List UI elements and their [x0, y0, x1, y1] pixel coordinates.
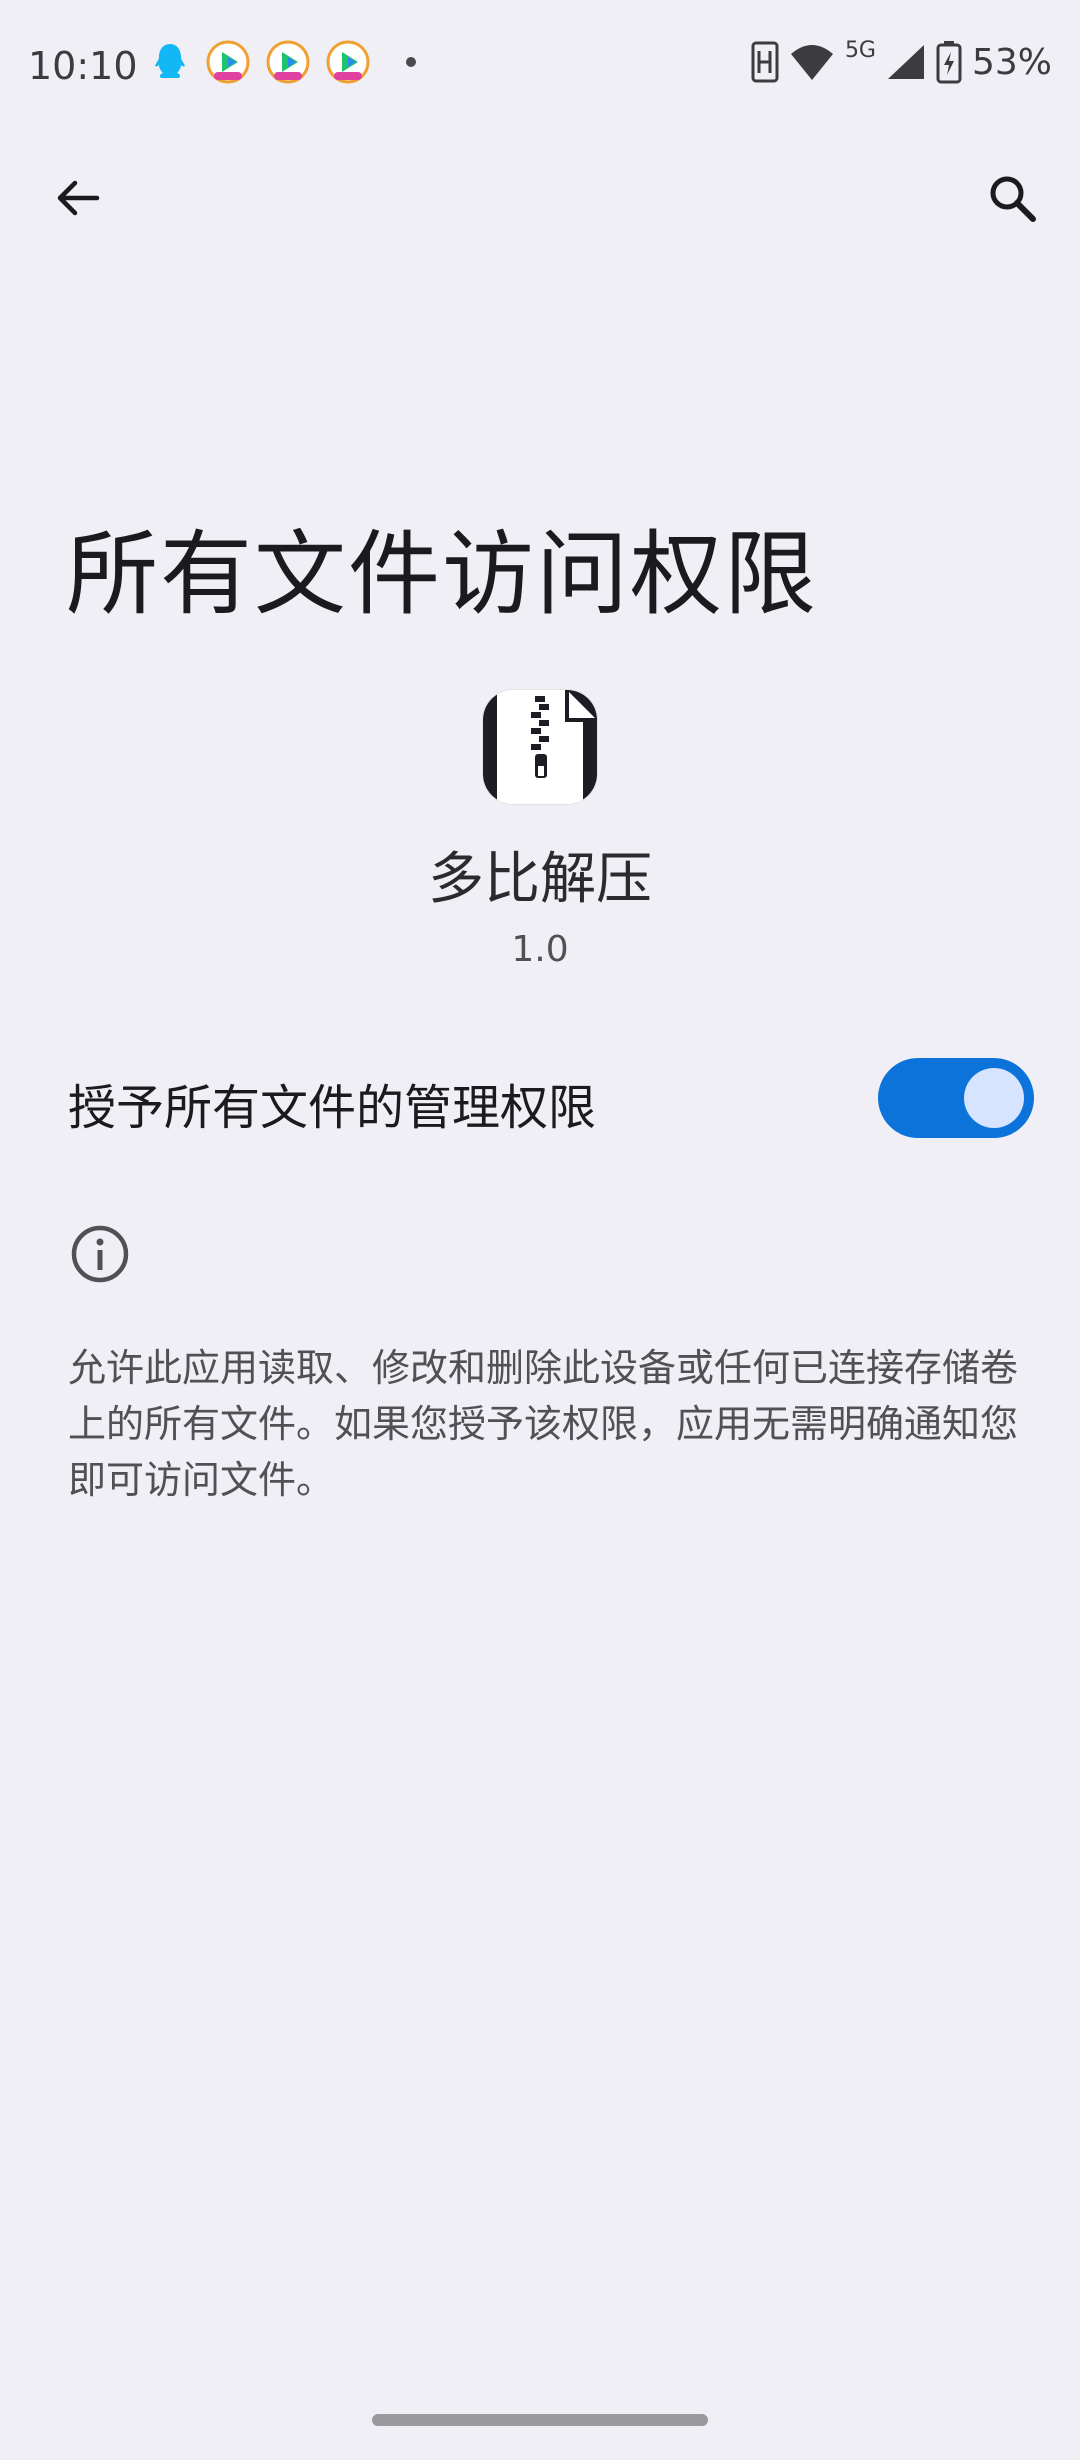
toggle-label: 授予所有文件的管理权限	[68, 1080, 597, 1136]
tencent-video-icon	[266, 40, 310, 84]
qq-icon	[155, 44, 185, 78]
battery-charging-icon	[936, 41, 962, 84]
notification-icons	[150, 40, 416, 84]
search-icon	[990, 176, 1036, 222]
zip-file-icon	[483, 690, 597, 804]
arrow-back-icon	[57, 180, 100, 216]
tencent-video-icon	[326, 40, 370, 84]
all-files-access-toggle-row[interactable]: 授予所有文件的管理权限	[0, 1050, 1080, 1142]
hd-voice-icon	[751, 41, 779, 83]
navigation-handle[interactable]	[372, 2414, 708, 2426]
app-icon	[483, 690, 597, 804]
wifi-icon	[790, 45, 833, 80]
back-button[interactable]	[40, 160, 116, 236]
app-header: 多比解压 1.0	[0, 690, 1080, 970]
app-name: 多比解压	[428, 847, 652, 912]
network-type: 5G	[844, 37, 876, 63]
more-notifications-dot	[406, 57, 416, 67]
app-bar	[0, 134, 1080, 254]
system-icons: 5G 53%	[751, 37, 1052, 84]
cellular-signal-icon	[887, 45, 924, 79]
permission-switch[interactable]	[878, 1058, 1034, 1138]
info-icon	[71, 1225, 129, 1283]
switch-thumb	[964, 1068, 1024, 1128]
battery-percent: 53%	[971, 41, 1052, 83]
permission-description: 允许此应用读取、修改和删除此设备或任何已连接存储卷上的所有文件。如果您授予该权限…	[68, 1346, 1019, 1502]
status-time: 10:10	[28, 44, 138, 88]
tencent-video-icon	[206, 40, 250, 84]
status-bar: 10:10 5G 53%	[0, 0, 1080, 134]
app-version: 1.0	[511, 929, 569, 970]
search-button[interactable]	[974, 160, 1050, 236]
page-title: 所有文件访问权限	[66, 520, 819, 628]
